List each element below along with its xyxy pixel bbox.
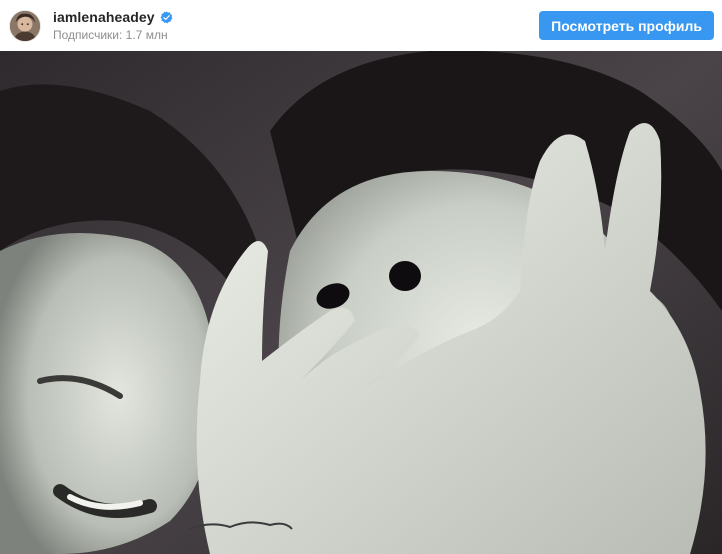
avatar-image <box>10 10 40 41</box>
verified-badge-icon <box>160 10 173 24</box>
post-photo-image <box>0 51 722 554</box>
instagram-embed: iamlenaheadey Подписчики: 1.7 млн Посмот… <box>0 0 722 554</box>
post-header: iamlenaheadey Подписчики: 1.7 млн Посмот… <box>0 0 722 51</box>
avatar[interactable] <box>9 9 41 42</box>
username-link[interactable]: iamlenaheadey <box>53 10 155 24</box>
username-row: iamlenaheadey <box>53 10 173 24</box>
post-photo[interactable] <box>0 51 722 554</box>
followers-count: Подписчики: 1.7 млн <box>53 28 168 42</box>
user-info: iamlenaheadey Подписчики: 1.7 млн <box>53 10 173 41</box>
view-profile-button[interactable]: Посмотреть профиль <box>539 11 714 40</box>
